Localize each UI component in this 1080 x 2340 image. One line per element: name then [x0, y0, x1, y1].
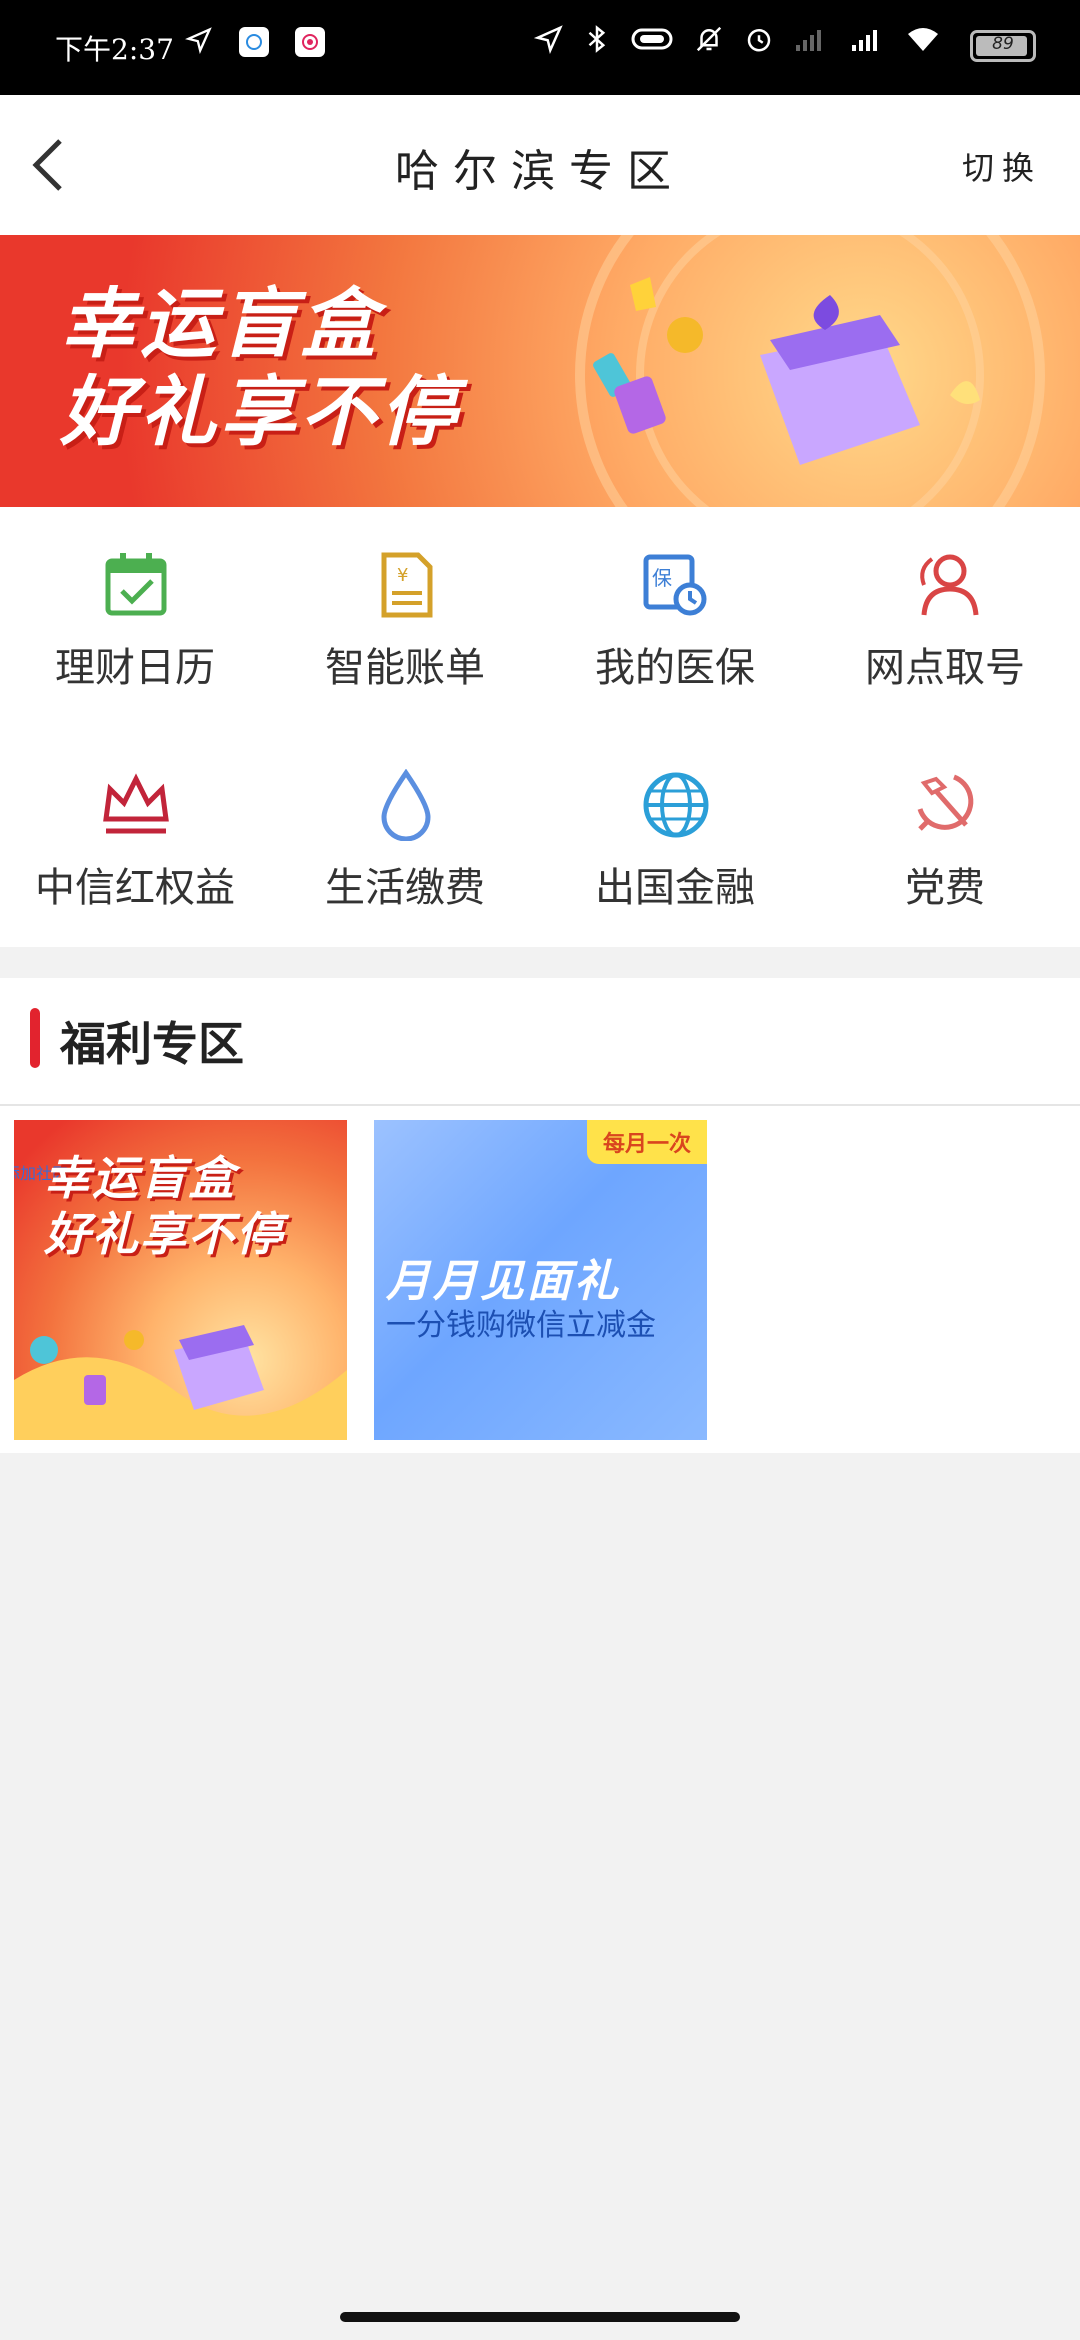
- card-line-1: 幸运盲盒: [44, 1151, 236, 1205]
- monthly-badge: 每月一次: [586, 1120, 707, 1164]
- quick-item-label: 理财日历: [55, 645, 215, 691]
- home-indicator[interactable]: [340, 2312, 740, 2322]
- quick-item-label: 中信红权益: [35, 865, 235, 911]
- divider: [0, 1104, 1080, 1106]
- vibrate-icon: [630, 24, 674, 58]
- bluetooth-icon: [584, 24, 610, 58]
- hammer-sickle-icon: [917, 774, 974, 831]
- water-drop-icon: [381, 769, 431, 841]
- bill-icon: ¥: [381, 552, 433, 618]
- section-title: 福利专区: [60, 1017, 244, 1071]
- crown-icon: [103, 773, 169, 834]
- quick-item-label: 出国金融: [595, 865, 755, 911]
- status-time: 下午2:37: [55, 33, 174, 66]
- app-notification-icon: [239, 27, 269, 57]
- section-accent-bar: [30, 1008, 40, 1068]
- quick-item-medical-insurance[interactable]: 保 我的医保: [540, 507, 810, 707]
- alarm-icon: [744, 24, 774, 58]
- welfare-card-blind-box[interactable]: 添加社区 幸运盲盒 好礼享不停: [14, 1120, 347, 1440]
- quick-item-financial-calendar[interactable]: 理财日历: [0, 507, 270, 707]
- battery-level: 89: [992, 34, 1014, 54]
- calendar-check-icon: [105, 553, 167, 616]
- quick-item-label: 生活缴费: [325, 865, 485, 911]
- card-subtitle: 一分钱购微信立减金: [386, 1308, 656, 1343]
- mute-bell-icon: [694, 24, 724, 58]
- quick-item-party-dues[interactable]: 党费: [810, 727, 1080, 927]
- wifi-icon: [906, 25, 940, 57]
- page-title: 哈尔滨专区: [395, 146, 685, 197]
- quick-item-label: 智能账单: [325, 645, 485, 691]
- svg-text:¥: ¥: [397, 565, 408, 586]
- location-icon: [533, 24, 564, 58]
- quick-item-smart-bill[interactable]: ¥ 智能账单: [270, 507, 540, 707]
- queue-number-icon: [920, 554, 979, 616]
- welfare-section: 福利专区 添加社区 幸运盲盒 好礼享不停 每月一次 月月见面礼 一分钱购微信立减…: [0, 978, 1080, 1453]
- globe-icon: [643, 772, 709, 838]
- quick-item-citic-rights[interactable]: 中信红权益: [0, 727, 270, 927]
- quick-item-label: 党费: [905, 865, 985, 911]
- banner-line-1: 幸运盲盒: [60, 279, 380, 368]
- signal-off-icon: [794, 25, 830, 57]
- app-notification-icon-2: [295, 27, 325, 57]
- quick-actions-grid: 理财日历 ¥ 智能账单 保 我的医保 网点取号 中信红权益 生活缴费 出国金融 …: [0, 507, 1080, 947]
- quick-item-label: 网点取号: [865, 645, 1025, 691]
- signal-icon: [850, 25, 886, 57]
- quick-item-label: 我的医保: [595, 645, 755, 691]
- quick-item-overseas-finance[interactable]: 出国金融: [540, 727, 810, 927]
- gift-box-illustration: [575, 235, 1045, 507]
- welfare-card-monthly-gift[interactable]: 每月一次 月月见面礼 一分钱购微信立减金: [374, 1120, 707, 1440]
- quick-item-utility-payment[interactable]: 生活缴费: [270, 727, 540, 927]
- switch-city-button[interactable]: 切换: [962, 143, 1042, 189]
- svg-text:保: 保: [652, 566, 672, 590]
- quick-item-branch-queue[interactable]: 网点取号: [810, 507, 1080, 707]
- banner-line-2: 好礼享不停: [60, 367, 460, 456]
- location-arrow-icon: [184, 26, 213, 58]
- card-line-2: 好礼享不停: [44, 1207, 284, 1261]
- battery-icon: 89: [970, 30, 1036, 62]
- gift-box-illustration: [14, 1325, 347, 1440]
- nav-bar: 哈尔滨专区 切换: [0, 95, 1080, 235]
- promo-banner[interactable]: 幸运盲盒 好礼享不停: [0, 235, 1080, 507]
- medical-insurance-icon: 保: [643, 554, 707, 616]
- status-bar: 下午2:37 89: [0, 0, 1080, 95]
